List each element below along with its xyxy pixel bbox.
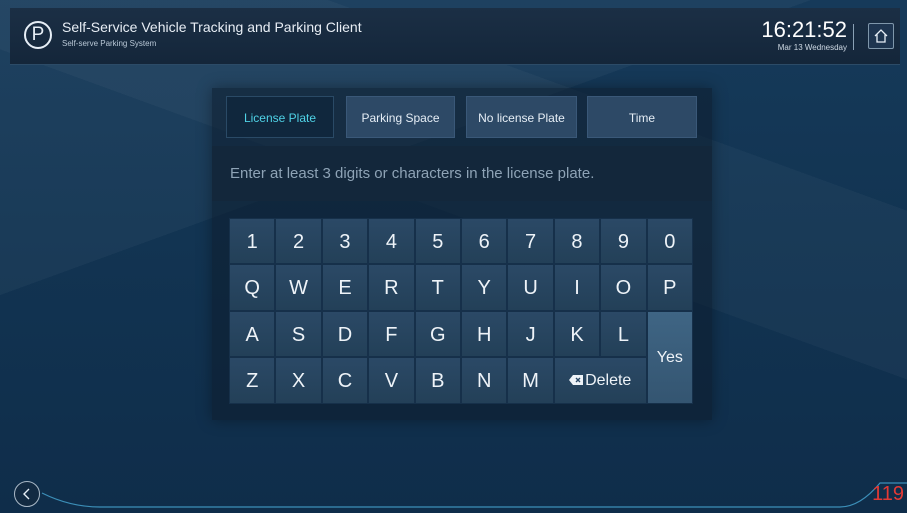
search-panel: License Plate Parking Space No license P…	[212, 88, 712, 420]
key-2[interactable]: 2	[275, 218, 322, 265]
key-g[interactable]: G	[414, 310, 461, 358]
key-m[interactable]: M	[507, 357, 554, 404]
header-bar: P Self-Service Vehicle Tracking and Park…	[10, 8, 900, 65]
key-u[interactable]: U	[507, 264, 554, 311]
chevron-left-icon	[23, 488, 30, 500]
key-y[interactable]: Y	[461, 264, 508, 311]
header-divider	[853, 24, 854, 50]
clock-date: Mar 13 Wednesday	[777, 43, 847, 52]
footer-bar: 119	[0, 463, 907, 513]
key-c[interactable]: C	[321, 357, 369, 404]
parking-logo-icon: P	[24, 21, 52, 49]
key-l[interactable]: L	[600, 310, 647, 358]
key-b[interactable]: B	[414, 357, 461, 404]
key-4[interactable]: 4	[368, 218, 415, 265]
key-p[interactable]: P	[646, 264, 693, 311]
key-t[interactable]: T	[414, 264, 461, 311]
key-3[interactable]: 3	[321, 218, 369, 265]
key-a[interactable]: A	[229, 310, 276, 358]
key-n[interactable]: N	[461, 357, 508, 404]
key-e[interactable]: E	[321, 264, 369, 311]
key-z[interactable]: Z	[229, 357, 276, 404]
home-icon	[874, 29, 888, 43]
clock-time: 16:21:52	[761, 17, 847, 42]
key-j[interactable]: J	[507, 310, 554, 358]
on-screen-keyboard: 1 2 3 4 5 6 7 8 9 0 Q W E R T Y U I O P A S D F G H J K L Z X C V B N M Dele…	[229, 218, 696, 406]
plate-search-input[interactable]	[230, 146, 700, 201]
key-s[interactable]: S	[275, 310, 322, 358]
key-i[interactable]: I	[553, 264, 601, 311]
app-root: P Self-Service Vehicle Tracking and Park…	[0, 0, 907, 513]
key-x[interactable]: X	[275, 357, 322, 404]
timeout-counter: 119	[872, 483, 904, 505]
key-1[interactable]: 1	[229, 218, 276, 265]
home-button[interactable]	[868, 23, 894, 49]
plate-entry-box	[212, 146, 712, 201]
key-6[interactable]: 6	[461, 218, 508, 265]
app-title: Self-Service Vehicle Tracking and Parkin…	[62, 19, 362, 35]
app-subtitle: Self-serve Parking System	[62, 39, 157, 48]
tab-parking-space[interactable]: Parking Space	[346, 96, 455, 138]
key-o[interactable]: O	[600, 264, 647, 311]
key-k[interactable]: K	[553, 310, 601, 358]
footer-wave-decoration	[41, 482, 907, 508]
key-h[interactable]: H	[461, 310, 508, 358]
key-9[interactable]: 9	[600, 218, 647, 265]
key-r[interactable]: R	[368, 264, 415, 311]
key-0[interactable]: 0	[646, 218, 693, 265]
key-v[interactable]: V	[368, 357, 415, 404]
tab-license-plate[interactable]: License Plate	[226, 96, 334, 138]
tab-no-license-plate[interactable]: No license Plate	[466, 96, 577, 138]
tab-time[interactable]: Time	[587, 96, 697, 138]
backspace-icon	[569, 375, 584, 386]
delete-label: Delete	[585, 372, 632, 390]
delete-button[interactable]: Delete	[553, 357, 647, 404]
key-f[interactable]: F	[368, 310, 415, 358]
key-7[interactable]: 7	[507, 218, 554, 265]
key-8[interactable]: 8	[553, 218, 601, 265]
key-5[interactable]: 5	[414, 218, 461, 265]
key-q[interactable]: Q	[229, 264, 276, 311]
yes-button[interactable]: Yes	[646, 310, 693, 404]
key-w[interactable]: W	[275, 264, 322, 311]
key-d[interactable]: D	[321, 310, 369, 358]
back-button[interactable]	[14, 481, 40, 507]
